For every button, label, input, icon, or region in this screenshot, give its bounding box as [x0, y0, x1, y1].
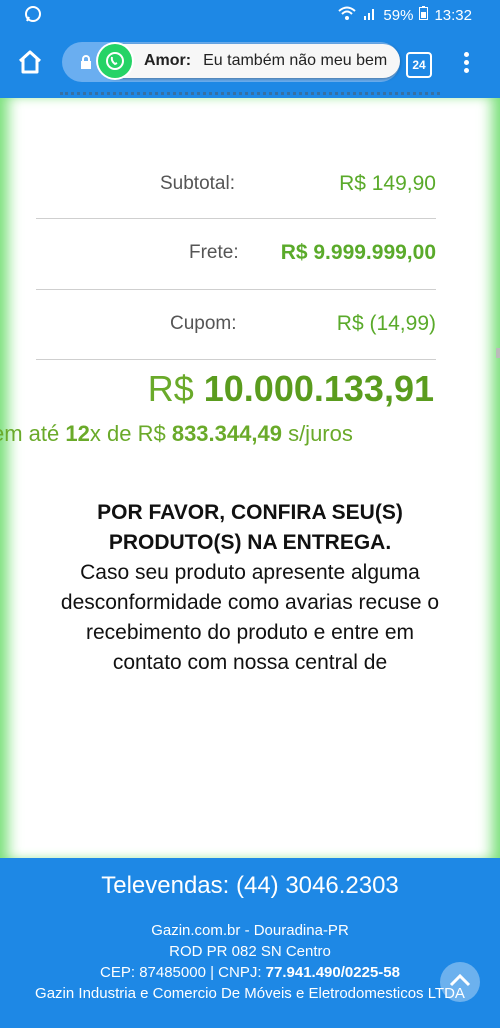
installment-info: em até 12x de R$ 833.344,49 s/juros [0, 421, 353, 447]
frete-row: Frete: R$ 9.999.999,00 [36, 218, 436, 290]
chevron-up-icon [449, 973, 471, 992]
notice-line-4: desconformidade como avarias recuse o [60, 591, 440, 614]
footer-cep: CEP: 87485000 | CNPJ: [100, 964, 262, 981]
cupom-row: Cupom: R$ (14,99) [36, 289, 436, 360]
more-menu-icon[interactable] [460, 50, 472, 76]
notice-line-6: contato com nossa central de [112, 651, 388, 674]
order-total: R$ 10.000.133,91 [148, 368, 434, 410]
televendas-phone[interactable]: Televendas: (44) 3046.2303 [0, 872, 500, 900]
back-to-top-button[interactable] [440, 962, 480, 1002]
subtotal-value: R$ 149,90 [339, 172, 436, 195]
wifi-icon [337, 6, 357, 24]
total-value: 10.000.133,91 [203, 368, 434, 409]
notice-line-5: recebimento do produto e entre em [85, 621, 415, 644]
page-content: Subtotal: R$ 149,90 Frete: R$ 9.999.999,… [0, 92, 500, 858]
installment-mid: x de R$ [89, 421, 166, 446]
notification-message: Eu também não meu bem [203, 52, 388, 69]
whatsapp-notification[interactable]: Amor: Eu também não meu bem [98, 44, 400, 78]
installment-suffix: s/juros [288, 421, 353, 446]
cupom-label: Cupom: [170, 313, 237, 334]
footer-cnpj: 77.941.490/0225-58 [265, 964, 400, 981]
footer-company: Gazin Industria e Comercio De Móveis e E… [35, 985, 465, 1002]
notice-heading-1: POR FAVOR, CONFIRA SEU(S) [97, 501, 403, 524]
footer-cep-cnpj: CEP: 87485000 | CNPJ: 77.941.490/0225-58 [0, 962, 500, 983]
battery-icon [419, 6, 429, 24]
scrollbar[interactable] [496, 348, 500, 358]
footer-site: Gazin.com.br - Douradina-PR [151, 922, 349, 939]
installment-value: 833.344,49 [171, 421, 282, 446]
footer: Televendas: (44) 3046.2303 Gazin.com.br … [0, 858, 500, 1028]
footer-street: ROD PR 082 SN Centro [169, 943, 331, 960]
clipped-text [60, 92, 440, 101]
delivery-notice: POR FAVOR, CONFIRA SEU(S) PRODUTO(S) NA … [30, 498, 470, 678]
subtotal-label: Subtotal: [160, 173, 235, 194]
status-icons: 59% 13:32 [337, 6, 472, 24]
whatsapp-icon [98, 44, 132, 78]
notice-heading-2: PRODUTO(S) NA ENTREGA. [108, 531, 392, 554]
whatsapp-icon [24, 5, 42, 27]
subtotal-row: Subtotal: R$ 149,90 [36, 148, 436, 219]
installment-prefix: em até [0, 421, 60, 446]
signal-icon [363, 6, 377, 24]
home-icon[interactable] [16, 48, 44, 76]
notification-sender: Amor: [144, 52, 192, 69]
total-prefix: R$ [147, 368, 194, 409]
clock: 13:32 [434, 6, 472, 24]
tab-switcher-button[interactable]: 24 [406, 52, 432, 78]
installment-count: 12 [65, 421, 90, 446]
company-address: Gazin.com.br - Douradina-PR ROD PR 082 S… [0, 920, 500, 1004]
frete-value: R$ 9.999.999,00 [280, 241, 436, 264]
frete-label: Frete: [189, 242, 239, 263]
notice-line-3: Caso seu produto apresente alguma [80, 561, 420, 584]
cupom-value: R$ (14,99) [336, 312, 436, 335]
status-bar: 59% 13:32 [0, 0, 500, 30]
battery-level: 59% [383, 6, 414, 24]
lock-icon [80, 55, 92, 74]
